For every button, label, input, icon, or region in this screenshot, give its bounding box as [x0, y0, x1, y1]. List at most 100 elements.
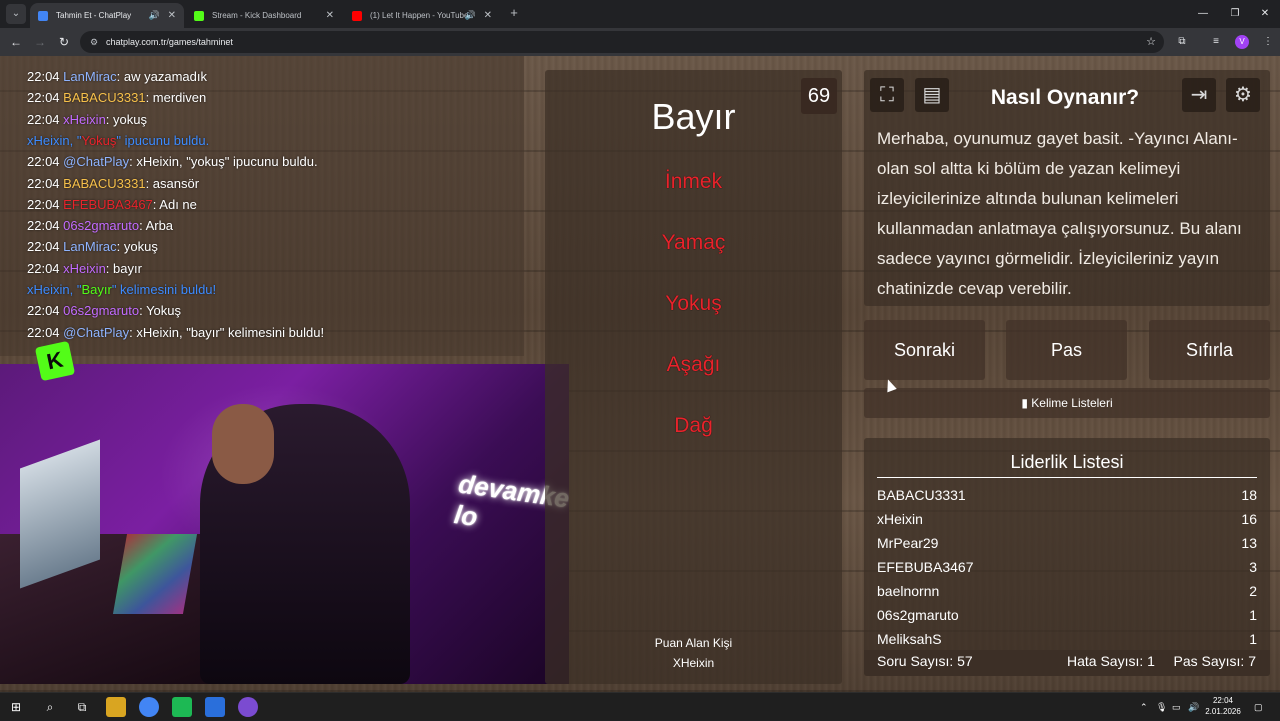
chat-username[interactable]: xHeixin [63, 112, 106, 127]
chat-username[interactable]: EFEBUBA3467 [63, 197, 153, 212]
next-button[interactable]: Sonraki [864, 320, 985, 380]
chat-message: 22:04 BABACU3331: merdiven [27, 90, 206, 106]
speaker-icon[interactable]: 🔊 [465, 3, 476, 28]
tray-expand-icon[interactable]: ⌃ [1140, 693, 1148, 721]
microphone-icon[interactable]: 🎙 [1156, 693, 1167, 721]
chat-message: xHeixin, "Yokuş" ipucunu buldu. [27, 133, 209, 149]
chrome-icon[interactable] [139, 697, 159, 717]
chat-text: asansör [152, 175, 200, 191]
network-icon[interactable]: ▭ [1172, 693, 1181, 721]
chat-text: xHeixin, "yokuş" ipucunu buldu. [136, 154, 318, 170]
leaderboard-score: 1 [1249, 631, 1257, 647]
forward-button[interactable]: → [31, 33, 49, 51]
forbidden-word: İnmek [664, 170, 723, 193]
leaderboard-name: xHeixin [877, 511, 923, 527]
reset-button[interactable]: Sıfırla [1149, 320, 1270, 380]
webcam-streamer-head [212, 404, 274, 484]
site-info-icon[interactable]: ⚙ [88, 36, 100, 48]
reading-list-icon[interactable]: ≡ [1207, 33, 1225, 51]
restore-button[interactable]: ❐ [1218, 0, 1252, 28]
chat-message: 22:04 LanMirac: aw yazamadık [27, 69, 207, 85]
app-icon[interactable] [205, 697, 225, 717]
notifications-icon[interactable]: ▢ [1254, 693, 1263, 721]
tab-chatplay[interactable]: Tahmin Et - ChatPlay 🔊 ✕ [30, 3, 184, 28]
minimize-button[interactable]: — [1186, 0, 1220, 28]
close-tab-icon[interactable]: ✕ [168, 3, 176, 28]
leaderboard-panel: Liderlik Listesi BABACU3331 18 xHeixin 16 Mr… [864, 438, 1270, 676]
tab-youtube[interactable]: (1) Let It Happen - YouTube 🔊 ✕ [344, 3, 500, 28]
document-icon[interactable]: ▤ [915, 78, 949, 112]
chat-text: aw yazamadık [123, 69, 207, 84]
close-window-button[interactable]: ✕ [1248, 0, 1280, 28]
logout-icon[interactable]: ⇥ [1182, 78, 1216, 112]
chat-text: merdiven [152, 90, 207, 106]
leaderboard-name: BABACU3331 [877, 487, 966, 503]
new-tab-button[interactable]: + [506, 5, 522, 21]
close-tab-icon[interactable]: ✕ [326, 3, 334, 28]
gear-icon[interactable]: ⚙ [1226, 78, 1260, 112]
tab-search-button[interactable]: ⌄ [6, 4, 26, 24]
chat-timestamp: 22:04 [27, 260, 60, 276]
chat-username[interactable]: 06s2gmaruto [63, 218, 139, 233]
leaderboard-row: BABACU3331 18 [877, 484, 1257, 506]
taskbar-clock[interactable]: 22:04 2.01.2026 [1200, 695, 1246, 717]
address-bar[interactable]: ⚙ chatplay.com.tr/games/tahminet ☆ [80, 31, 1164, 53]
profile-avatar[interactable]: V [1235, 35, 1249, 49]
browser-tab-bar: ⌄ Tahmin Et - ChatPlay 🔊 ✕ Stream - Kick… [0, 0, 1280, 28]
chat-text: xHeixin, "bayır" kelimesini buldu! [136, 324, 325, 340]
extensions-icon[interactable]: ⧉ [1173, 33, 1191, 51]
fullscreen-icon[interactable]: ⛶ [870, 78, 904, 112]
target-word: Bayır [651, 96, 736, 137]
chat-username[interactable]: @ChatPlay [63, 325, 129, 340]
bookmark-star-icon[interactable]: ☆ [1146, 31, 1156, 53]
file-explorer-icon[interactable] [106, 697, 126, 717]
chat-username[interactable]: BABACU3331 [63, 90, 145, 105]
chat-username[interactable]: @ChatPlay [63, 154, 129, 169]
leaderboard-row: xHeixin 16 [877, 508, 1257, 530]
leaderboard-footer: Soru Sayısı: 57 Hata Sayısı: 1 Pas Sayıs… [864, 650, 1270, 676]
scorer-name: XHeixin [672, 656, 715, 670]
back-button[interactable]: ← [7, 33, 25, 51]
search-icon[interactable]: ⌕ [40, 697, 60, 717]
chat-highlight-word: Yokuş [81, 132, 117, 148]
scorer-label: Puan Alan Kişi [654, 636, 733, 650]
word-lists-button[interactable]: ▮ Kelime Listeleri [864, 388, 1270, 418]
error-count: Hata Sayısı: 1 [1067, 653, 1155, 669]
chat-username[interactable]: xHeixin [63, 261, 106, 276]
chat-username[interactable]: xHeixin, " [27, 282, 81, 297]
chat-timestamp: 22:04 [27, 196, 60, 212]
task-view-icon[interactable]: ⧉ [72, 697, 92, 717]
tab-label: (1) Let It Happen - YouTube [370, 11, 469, 20]
chat-username[interactable]: xHeixin, " [27, 133, 81, 148]
chat-username[interactable]: 06s2gmaruto [63, 303, 139, 318]
pass-button[interactable]: Pas [1006, 320, 1127, 380]
chat-username[interactable]: LanMirac [63, 239, 116, 254]
app-icon[interactable] [238, 697, 258, 717]
tab-kick-dashboard[interactable]: Stream - Kick Dashboard ✕ [186, 3, 342, 28]
webcam-keyboard [112, 534, 198, 614]
chat-message: 22:04 06s2gmaruto: Yokuş [27, 303, 181, 319]
chat-message: 22:04 xHeixin: bayır [27, 261, 142, 277]
more-menu-icon[interactable]: ⋮ [1259, 33, 1277, 51]
chat-panel: 22:04 LanMirac: aw yazamadık 22:04 BABACU… [0, 56, 524, 356]
how-to-play-panel: ⛶ ▤ Nasıl Oynanır? ⇥ ⚙ Merhaba, oyunumuz… [864, 70, 1270, 306]
leaderboard-score: 16 [1241, 511, 1257, 527]
chat-username[interactable]: BABACU3331 [63, 176, 145, 191]
app-icon[interactable] [172, 697, 192, 717]
chat-timestamp: 22:04 [27, 239, 60, 255]
leaderboard-name: MeliksahS [877, 631, 942, 647]
chat-username[interactable]: LanMirac [63, 69, 116, 84]
chatplay-favicon-icon [38, 11, 48, 21]
speaker-icon[interactable]: 🔊 [149, 3, 160, 28]
close-tab-icon[interactable]: ✕ [484, 3, 492, 28]
reload-button[interactable]: ↻ [55, 33, 73, 51]
kick-favicon-icon [194, 11, 204, 21]
chat-text: Adı ne [159, 196, 197, 212]
leaderboard-row: MrPear29 13 [877, 532, 1257, 554]
leaderboard-score: 3 [1249, 559, 1257, 575]
volume-icon[interactable]: 🔊 [1188, 693, 1199, 721]
leaderboard-name: baelnornn [877, 583, 940, 599]
windows-start-icon[interactable]: ⊞ [6, 697, 26, 717]
forbidden-word: Yamaç [661, 231, 726, 254]
windows-taskbar: ⊞ ⌕ ⧉ ⌃ 🎙 ▭ 🔊 22:04 2.01.2026 ▢ [0, 692, 1280, 720]
